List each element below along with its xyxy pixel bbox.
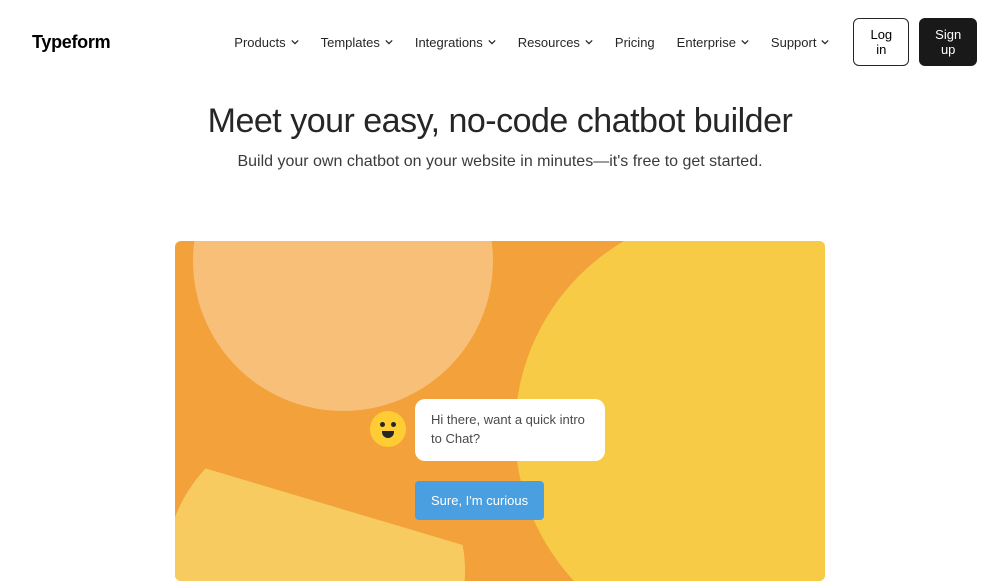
nav-label: Resources (518, 35, 580, 50)
chevron-down-icon (741, 38, 749, 46)
chevron-down-icon (821, 38, 829, 46)
hero-illustration: Hi there, want a quick intro to Chat? Su… (175, 241, 825, 581)
avatar-mouth (382, 431, 394, 438)
chevron-down-icon (585, 38, 593, 46)
nav-support[interactable]: Support (771, 35, 830, 50)
brand-logo[interactable]: Typeform (32, 32, 110, 53)
nav-label: Integrations (415, 35, 483, 50)
nav-label: Support (771, 35, 817, 50)
nav-resources[interactable]: Resources (518, 35, 593, 50)
chevron-down-icon (488, 38, 496, 46)
chat-reply-button[interactable]: Sure, I'm curious (415, 481, 544, 520)
decorative-shape (193, 241, 493, 411)
nav-pricing[interactable]: Pricing (615, 35, 655, 50)
hero-section: Meet your easy, no-code chatbot builder … (0, 84, 1000, 201)
nav-templates[interactable]: Templates (321, 35, 393, 50)
chevron-down-icon (385, 38, 393, 46)
nav-label: Enterprise (677, 35, 736, 50)
nav-enterprise[interactable]: Enterprise (677, 35, 749, 50)
nav-products[interactable]: Products (234, 35, 298, 50)
chevron-down-icon (291, 38, 299, 46)
page-subtitle: Build your own chatbot on your website i… (0, 153, 1000, 171)
auth-buttons: Log in Sign up (853, 18, 977, 66)
nav-label: Templates (321, 35, 380, 50)
signup-button[interactable]: Sign up (919, 18, 977, 66)
login-button[interactable]: Log in (853, 18, 909, 66)
site-header: Typeform Products Templates Integrations… (0, 0, 1000, 84)
chatbot-avatar-icon (370, 411, 406, 447)
nav-label: Pricing (615, 35, 655, 50)
page-title: Meet your easy, no-code chatbot builder (0, 102, 1000, 141)
main-nav: Products Templates Integrations Resource… (234, 35, 829, 50)
nav-integrations[interactable]: Integrations (415, 35, 496, 50)
nav-label: Products (234, 35, 285, 50)
chat-message-bubble: Hi there, want a quick intro to Chat? (415, 399, 605, 461)
